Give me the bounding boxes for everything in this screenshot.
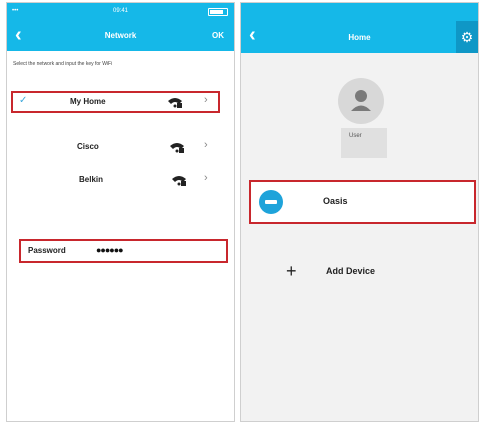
password-label: Password [28,246,66,255]
instruction-text: Select the network and input the key for… [13,61,113,67]
nav-bar: ‹ Home ⚙ [241,21,478,53]
wifi-lock-icon [168,98,182,108]
device-row-oasis[interactable]: Oasis [249,180,476,224]
wifi-name: My Home [70,97,106,106]
status-bar [241,3,478,21]
password-field[interactable]: Password ●●●●●● [19,239,228,263]
wifi-lock-icon [170,143,184,153]
user-label: User [349,133,362,139]
wifi-row-my-home[interactable]: ✓ My Home › [11,91,220,113]
nav-bar: ‹ Network OK [7,21,234,51]
status-bar: ••• 09:41 [7,3,234,21]
add-device-button[interactable]: + Add Device [276,256,426,286]
chevron-right-icon: › [204,172,208,184]
chevron-right-icon: › [204,139,208,151]
user-label-box: User [341,128,387,158]
status-time: 09:41 [112,8,128,14]
wifi-row-belkin[interactable]: Belkin › [13,171,218,189]
add-device-label: Add Device [326,266,376,276]
ok-button[interactable]: OK [212,31,224,40]
user-icon [351,90,371,111]
wifi-name: Belkin [79,175,104,184]
plus-icon: + [286,261,297,281]
wifi-lock-icon [172,176,186,186]
device-name: Oasis [323,196,348,206]
check-icon: ✓ [19,95,28,106]
page-title: Home [348,33,371,42]
battery-icon [208,8,228,16]
avatar[interactable] [338,78,384,124]
page-title: Network [104,31,137,40]
device-icon [259,190,283,214]
network-screen: ••• 09:41 ‹ Network OK Select the networ… [6,2,235,422]
password-input[interactable]: ●●●●●● [96,245,124,255]
wifi-name: Cisco [77,142,99,151]
gear-icon[interactable]: ⚙ [456,21,478,53]
chevron-right-icon: › [204,94,208,106]
wifi-row-cisco[interactable]: Cisco › [13,138,218,156]
